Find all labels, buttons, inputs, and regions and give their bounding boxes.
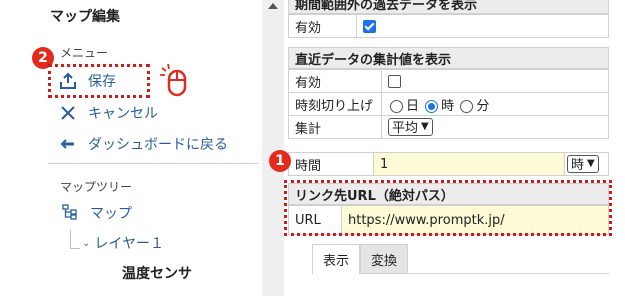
annotation-box-save xyxy=(48,64,150,98)
past-data-enabled-checkbox[interactable] xyxy=(363,19,376,33)
tab-display[interactable]: 表示 xyxy=(312,244,361,274)
aggregate-enabled-cell xyxy=(381,69,609,93)
time-label: 時間 xyxy=(288,152,374,176)
annotation-box-url xyxy=(284,180,612,236)
past-data-table: 有効 xyxy=(288,14,609,38)
time-unit-select[interactable]: 時 ▼ xyxy=(567,154,599,174)
time-table: 時間 1 時 ▼ xyxy=(288,152,609,176)
tree-map-label: マップ xyxy=(90,206,132,222)
property-panel: 期間範囲外の過去データを表示 有効 直近データの集計値を表示 有効 時刻切り上げ… xyxy=(269,0,625,296)
close-icon xyxy=(58,103,78,123)
chevron-down-icon: ⌄ xyxy=(82,237,91,249)
back-to-dashboard-label: ダッシュボードに戻る xyxy=(88,137,228,153)
aggregate-enabled-checkbox[interactable] xyxy=(388,74,401,88)
cancel-menu-item[interactable]: キャンセル xyxy=(58,101,158,125)
tree-network-icon xyxy=(62,204,80,222)
annotation-badge-1: 1 xyxy=(269,150,291,172)
aggregate-method-value: 平均 xyxy=(392,121,419,137)
tree-layer-label: レイヤー１ xyxy=(94,236,164,252)
aggregate-method-select[interactable]: 平均 ▼ xyxy=(388,117,433,137)
radio-hour-label: 時 xyxy=(441,98,455,114)
radio-minute[interactable] xyxy=(460,99,474,113)
chevron-down-icon: ▼ xyxy=(587,158,595,170)
aggregate-method-label: 集計 xyxy=(288,115,382,139)
past-data-enabled-cell xyxy=(356,14,609,38)
tree-sensor-label: 温度センサ xyxy=(122,266,192,282)
sidebar: マップ編集 メニュー 保存 キャンセル ダッシュボードに戻る マップツリー マッ… xyxy=(0,0,262,296)
tree-item-map[interactable]: マップ xyxy=(62,202,132,224)
tab-convert[interactable]: 変換 xyxy=(360,244,409,274)
scrollbar[interactable] xyxy=(262,0,284,296)
radio-day-label: 日 xyxy=(406,98,420,114)
back-arrow-icon xyxy=(58,134,78,154)
tree-item-layer[interactable]: ⌄ レイヤー１ xyxy=(82,232,164,254)
radio-day[interactable] xyxy=(390,99,403,113)
radio-hour[interactable] xyxy=(425,99,439,113)
time-unit-cell: 時 ▼ xyxy=(564,152,609,176)
tab-bar: 表示 変換 xyxy=(312,244,409,274)
aggregate-method-cell: 平均 ▼ xyxy=(381,115,609,139)
back-to-dashboard-menu-item[interactable]: ダッシュボードに戻る xyxy=(58,132,228,156)
tab-bar-baseline xyxy=(370,273,609,274)
sidebar-divider xyxy=(48,163,258,164)
tree-connector xyxy=(70,230,71,248)
aggregate-table: 有効 時刻切り上げ 日 時 分 集計 平均 ▼ xyxy=(288,69,609,139)
past-data-enabled-label: 有効 xyxy=(288,14,357,38)
menu-section-label: メニュー xyxy=(60,46,109,60)
round-up-options: 日 時 分 xyxy=(381,92,609,116)
mouse-click-icon xyxy=(158,62,198,106)
radio-minute-label: 分 xyxy=(476,98,490,114)
time-unit-value: 時 xyxy=(571,158,585,174)
past-data-header: 期間範囲外の過去データを表示 xyxy=(288,0,609,14)
chevron-down-icon: ▼ xyxy=(421,121,429,133)
sidebar-title: マップ編集 xyxy=(50,9,120,25)
scroll-up-arrow-icon[interactable] xyxy=(268,3,278,9)
tree-connector-horizontal xyxy=(70,248,80,249)
cancel-label: キャンセル xyxy=(88,106,158,122)
aggregate-enabled-label: 有効 xyxy=(288,69,382,93)
time-input[interactable]: 1 xyxy=(373,152,565,176)
round-up-label: 時刻切り上げ xyxy=(288,92,382,116)
tree-item-sensor[interactable]: 温度センサ xyxy=(122,262,192,284)
aggregate-header: 直近データの集計値を表示 xyxy=(288,47,609,69)
tree-section-label: マップツリー xyxy=(60,180,133,194)
